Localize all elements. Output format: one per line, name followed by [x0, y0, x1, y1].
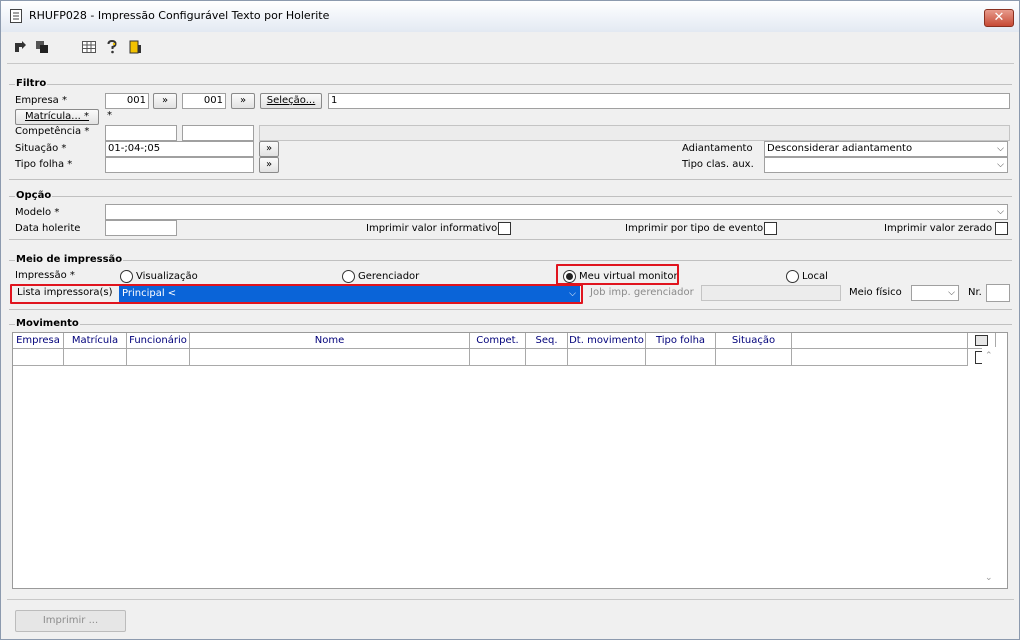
meio-fisico-label: Meio físico [849, 287, 902, 298]
imprimir-zerado-checkbox[interactable] [995, 222, 1008, 235]
adiantamento-label: Adiantamento [682, 143, 753, 154]
chevron-down-icon: ⌵ [997, 160, 1004, 170]
column-header[interactable]: Matrícula [64, 333, 127, 349]
table-cell[interactable] [568, 349, 646, 366]
movimento-table[interactable]: Empresa Matrícula Funcionário Nome Compe… [12, 332, 1008, 589]
imprimir-informativo-checkbox[interactable] [498, 222, 511, 235]
situacao-field[interactable]: 01-;04-;05 [105, 141, 254, 157]
tipo-clas-label: Tipo clas. aux. [682, 159, 754, 170]
chevron-down-icon: ⌵ [997, 207, 1004, 217]
matricula-value: * [107, 110, 112, 121]
table-cell[interactable] [190, 349, 470, 366]
table-cell[interactable] [470, 349, 526, 366]
title-bar: RHUFP028 - Impressão Configurável Texto … [1, 1, 1019, 32]
copy-icon[interactable] [35, 40, 49, 54]
matricula-button[interactable]: Matrícula... * [15, 109, 99, 125]
table-cell[interactable] [646, 349, 716, 366]
tipo-clas-select[interactable]: ⌵ [764, 157, 1008, 173]
column-header[interactable]: Funcionário [127, 333, 190, 349]
selecao-field[interactable]: 1 [328, 93, 1010, 109]
column-header[interactable]: Dt. movimento [568, 333, 646, 349]
radio-local-label: Local [802, 271, 828, 282]
imprimir-tipo-evento-checkbox[interactable] [764, 222, 777, 235]
column-header [792, 333, 968, 349]
empresa-label: Empresa * [15, 95, 67, 106]
tipo-folha-label: Tipo folha * [15, 159, 73, 170]
radio-visualizacao[interactable] [120, 270, 133, 283]
table-cell[interactable] [526, 349, 568, 366]
data-holerite-label: Data holerite [15, 223, 81, 234]
document-icon [10, 9, 22, 23]
radio-local[interactable] [786, 270, 799, 283]
competencia-from-field[interactable] [105, 125, 177, 141]
vertical-scrollbar[interactable]: ⌃ ⌄ [982, 347, 996, 588]
main-window: RHUFP028 - Impressão Configurável Texto … [0, 0, 1020, 640]
impressao-label: Impressão * [15, 270, 75, 281]
competencia-description [259, 125, 1010, 141]
movimento-title: Movimento [15, 318, 80, 329]
job-gerenciador-field [701, 285, 841, 301]
job-gerenciador-label: Job imp. gerenciador [590, 287, 694, 298]
modelo-label: Modelo * [15, 207, 60, 218]
empresa-range-button[interactable]: » [153, 93, 177, 109]
column-header[interactable]: Seq. [526, 333, 568, 349]
virtual-monitor-highlight [556, 264, 679, 285]
selecao-button[interactable]: Seleção... [260, 93, 322, 109]
chevron-down-icon: ⌵ [948, 288, 955, 298]
footer-separator [7, 599, 1014, 600]
imprimir-tipo-evento-label: Imprimir por tipo de evento [625, 223, 764, 234]
tipo-folha-field[interactable] [105, 157, 254, 173]
empresa-from-field[interactable]: 001 [105, 93, 149, 109]
column-header[interactable]: Tipo folha [646, 333, 716, 349]
column-header[interactable]: Compet. [470, 333, 526, 349]
empresa-to-range-button[interactable]: » [231, 93, 255, 109]
chevron-down-icon: ⌵ [997, 144, 1004, 154]
movimento-group [9, 324, 1012, 325]
imprimir-zerado-label: Imprimir valor zerado [884, 223, 993, 234]
filtro-title: Filtro [15, 78, 48, 89]
situacao-button[interactable]: » [259, 141, 279, 157]
meio-title: Meio de impressão [15, 254, 124, 265]
help-icon[interactable] [105, 40, 119, 54]
table-cell[interactable] [792, 349, 968, 366]
radio-gerenciador[interactable] [342, 270, 355, 283]
exit-icon[interactable] [128, 40, 142, 54]
select-all-icon [975, 335, 988, 346]
lista-impressora-highlight [10, 284, 583, 304]
window-title: RHUFP028 - Impressão Configurável Texto … [29, 9, 330, 22]
table-cell[interactable] [716, 349, 792, 366]
adiantamento-value: Desconsiderar adiantamento [767, 143, 913, 154]
meio-fisico-select[interactable]: ⌵ [911, 285, 959, 301]
column-header[interactable]: Empresa [13, 333, 64, 349]
close-icon: ✕ [993, 10, 1005, 25]
tipo-folha-button[interactable]: » [259, 157, 279, 173]
table-cell[interactable] [13, 349, 64, 366]
scroll-up-icon[interactable]: ⌃ [985, 351, 993, 361]
modelo-select[interactable]: ⌵ [105, 204, 1008, 220]
situacao-label: Situação * [15, 143, 67, 154]
grid-icon[interactable] [82, 40, 96, 54]
column-header[interactable]: Situação [716, 333, 792, 349]
competencia-label: Competência * [15, 126, 90, 137]
radio-gerenciador-label: Gerenciador [358, 271, 420, 282]
opcao-title: Opção [15, 190, 53, 201]
close-button[interactable]: ✕ [984, 9, 1014, 27]
imprimir-button[interactable]: Imprimir ... [15, 610, 126, 632]
column-header[interactable]: Nome [190, 333, 470, 349]
adiantamento-select[interactable]: Desconsiderar adiantamento ⌵ [764, 141, 1008, 157]
radio-visualizacao-label: Visualização [136, 271, 198, 282]
table-cell[interactable] [64, 349, 127, 366]
imprimir-informativo-label: Imprimir valor informativo [366, 223, 498, 234]
competencia-to-field[interactable] [182, 125, 254, 141]
empresa-to-field[interactable]: 001 [182, 93, 226, 109]
arrow-right-icon[interactable] [13, 40, 27, 54]
scroll-down-icon[interactable]: ⌄ [985, 573, 993, 583]
nr-label: Nr. [968, 287, 982, 298]
data-holerite-field[interactable] [105, 220, 177, 236]
nr-field[interactable] [986, 284, 1010, 302]
table-cell[interactable] [127, 349, 190, 366]
toolbar-separator [7, 63, 1014, 64]
